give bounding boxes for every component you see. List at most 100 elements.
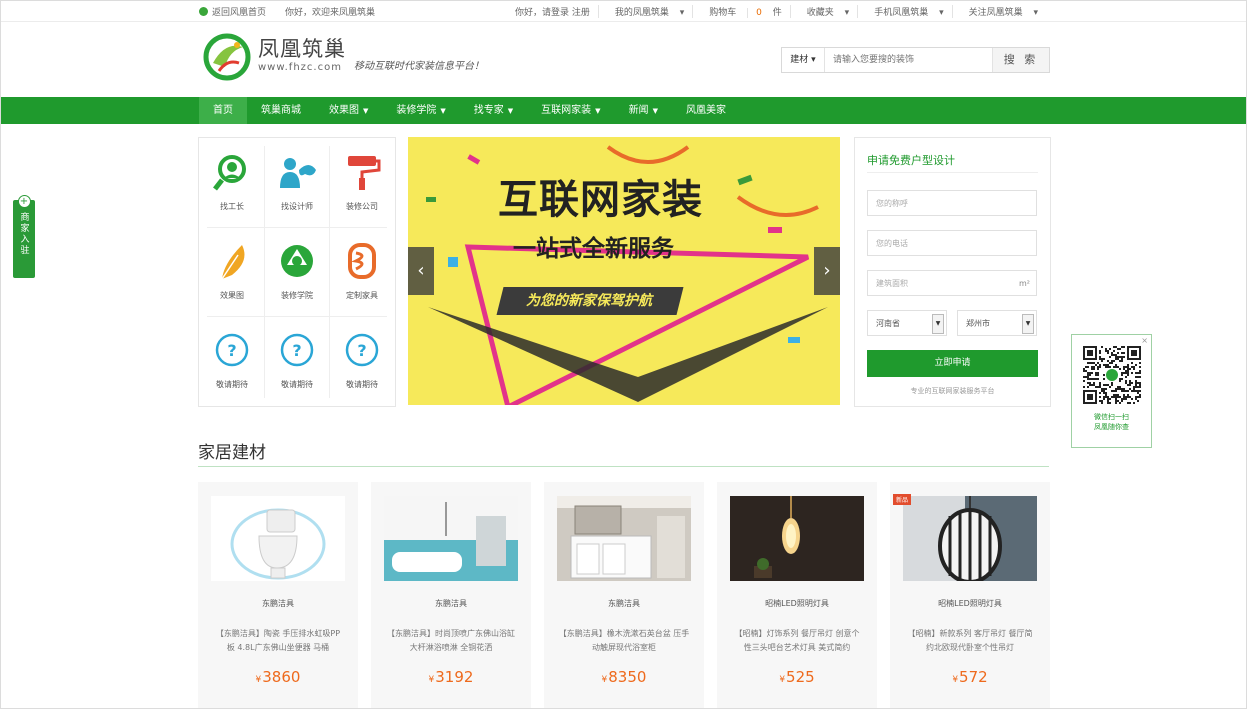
form-title: 申请免费户型设计 <box>867 154 955 167</box>
product-description[interactable]: 【东鹏洁具】时尚顶喷广东佛山浴缸 大杆淋浴喷淋 全铜花洒 <box>385 627 517 655</box>
nav-item[interactable]: 找专家 ▼ <box>460 97 527 124</box>
product-card[interactable]: 昭楠LED照明灯具【昭楠】灯饰系列 餐厅吊灯 创意个性三头吧台艺术灯具 美式简约… <box>717 482 877 708</box>
phone-field[interactable]: 您的电话 <box>867 230 1037 256</box>
service-item[interactable]: 定制家具 <box>330 227 394 315</box>
price-value: 3860 <box>262 668 301 686</box>
price-value: 525 <box>786 668 815 686</box>
product-price: ¥8350 <box>544 668 704 686</box>
service-label: 效果图 <box>220 291 244 300</box>
nav-item-label: 装修学院 <box>396 105 437 116</box>
service-label: 找设计师 <box>281 202 313 211</box>
mobile-link[interactable]: 手机凤凰筑巢 ▾ <box>857 5 951 18</box>
nav-item[interactable]: 互联网家装 ▼ <box>527 97 614 124</box>
search-category-select[interactable]: 建材 ▾ <box>782 48 825 72</box>
form-note: 专业的互联网家装服务平台 <box>910 387 995 395</box>
name-field[interactable]: 您的称呼 <box>867 190 1037 216</box>
search-input[interactable] <box>825 49 992 71</box>
banner-subline: 一站式全新服务 <box>513 236 674 262</box>
login-register-link[interactable]: 你好，请登录 注册 <box>507 5 598 18</box>
service-label: 找工长 <box>220 202 244 211</box>
merchant-join-label: 商家入驻 <box>18 212 29 256</box>
product-image[interactable] <box>557 496 691 581</box>
product-price: ¥3192 <box>371 668 531 686</box>
service-item[interactable]: 装修学院 <box>265 227 329 315</box>
nav-item[interactable]: 效果图 ▼ <box>315 97 382 124</box>
product-image[interactable] <box>384 496 518 581</box>
caret-down-icon: ▼ <box>507 107 514 115</box>
nav-item[interactable]: 筑巢商城 <box>247 97 315 124</box>
nav-item[interactable]: 首页 <box>199 97 247 124</box>
new-badge: 新品 <box>893 494 912 505</box>
nav-item[interactable]: 风凰美家 <box>672 97 740 124</box>
top-utility-bar: 返回风凰首页 你好，欢迎来凤凰筑巢 你好，请登录 注册 我的凤凰筑巢 ▾ 购物车… <box>1 1 1246 22</box>
follow-label: 关注凤凰筑巢 <box>968 8 1023 18</box>
product-brand[interactable]: 东鹏洁具 <box>544 598 704 609</box>
qr-caption-1: 微信扫一扫 <box>1094 413 1129 421</box>
product-brand[interactable]: 昭楠LED照明灯具 <box>890 598 1050 609</box>
main-nav: 首页 筑巢商城 效果图 ▼ 装修学院 ▼ 找专家 ▼ 互联网家装 ▼ 新闻 ▼ 风凰美家 <box>1 97 1246 124</box>
currency-symbol: ¥ <box>779 675 786 685</box>
cart-link[interactable]: 购物车 0 件 <box>692 5 790 18</box>
product-card[interactable]: 新品昭楠LED照明灯具【昭楠】新款系列 客厅吊灯 餐厅简约北欧现代卧室个性吊灯 ¥… <box>890 482 1050 708</box>
banner-prev-button[interactable]: ‹ <box>408 247 434 295</box>
area-placeholder: 建筑面积 <box>876 279 908 288</box>
apply-button[interactable]: 立即申请 <box>867 350 1038 377</box>
product-brand[interactable]: 东鹏洁具 <box>371 598 531 609</box>
city-select[interactable]: 郑州市 ▼ <box>957 310 1037 336</box>
worker-search-icon <box>213 155 246 191</box>
service-label: 定制家具 <box>346 291 378 300</box>
service-item[interactable]: ? 敬请期待 <box>265 316 329 404</box>
product-description[interactable]: 【昭楠】新款系列 客厅吊灯 餐厅简约北欧现代卧室个性吊灯 <box>904 627 1036 655</box>
qr-caption-2: 凤凰随你查 <box>1094 423 1129 431</box>
favorites-label: 收藏夹 <box>806 8 834 18</box>
product-brand[interactable]: 东鹏洁具 <box>198 598 358 609</box>
nav-item-label: 找专家 <box>473 105 504 116</box>
phoenix-logo-icon[interactable] <box>203 33 251 81</box>
nav-item[interactable]: 装修学院 ▼ <box>382 97 459 124</box>
price-value: 8350 <box>608 668 647 686</box>
province-select[interactable]: 河南省 ▼ <box>867 310 947 336</box>
mobile-label: 手机凤凰筑巢 <box>874 8 929 18</box>
merchant-join-tab[interactable]: + 商家入驻 <box>13 195 35 278</box>
product-card[interactable]: 东鹏洁具 【东鹏洁具】陶瓷 手压排水虹吸PP板 4.8L广东佛山坐便器 马桶 ¥38… <box>198 482 358 708</box>
product-card[interactable]: 东鹏洁具【东鹏洁具】时尚顶喷广东佛山浴缸 大杆淋浴喷淋 全铜花洒 ¥3192 <box>371 482 531 708</box>
user-links: 你好，请登录 注册 我的凤凰筑巢 ▾ 购物车 0 件 收藏夹 ▾ 手机凤凰筑巢 … <box>507 5 1046 18</box>
product-image[interactable] <box>730 496 864 581</box>
home-link[interactable]: 返回风凰首页 <box>199 5 266 18</box>
close-icon[interactable]: × <box>1141 336 1148 345</box>
cart-count: 0 <box>747 8 770 18</box>
my-account-link[interactable]: 我的凤凰筑巢 ▾ <box>597 5 692 18</box>
city-value: 郑州市 <box>966 319 990 328</box>
product-card[interactable]: 东鹏洁具【东鹏洁具】橡木洗漱石英台盆 压手动触屏现代浴室柜 ¥8350 <box>544 482 704 708</box>
product-image[interactable] <box>211 496 345 581</box>
chevron-down-icon: ▼ <box>1022 314 1034 334</box>
currency-symbol: ¥ <box>952 675 959 685</box>
my-account-label: 我的凤凰筑巢 <box>614 8 669 18</box>
service-item[interactable]: ? 敬请期待 <box>330 316 394 404</box>
nav-item[interactable]: 新闻 ▼ <box>615 97 672 124</box>
service-item[interactable]: 找设计师 <box>265 138 329 226</box>
home-logo-icon <box>199 7 208 16</box>
product-description[interactable]: 【东鹏洁具】橡木洗漱石英台盆 压手动触屏现代浴室柜 <box>558 627 690 655</box>
banner-next-button[interactable]: › <box>814 247 840 295</box>
search-button[interactable]: 搜 索 <box>992 48 1049 72</box>
product-brand[interactable]: 昭楠LED照明灯具 <box>717 598 877 609</box>
product-description[interactable]: 【东鹏洁具】陶瓷 手压排水虹吸PP板 4.8L广东佛山坐便器 马桶 <box>212 627 344 655</box>
service-item[interactable]: 装修公司 <box>330 138 394 226</box>
service-item[interactable]: 效果图 <box>200 227 264 315</box>
currency-symbol: ¥ <box>428 675 435 685</box>
service-item[interactable]: 找工长 <box>200 138 264 226</box>
area-field[interactable]: 建筑面积 m² <box>867 270 1037 296</box>
qr-code-image <box>1082 346 1141 404</box>
nav-item-label: 新闻 <box>628 105 649 116</box>
nav-item-label: 筑巢商城 <box>261 105 301 116</box>
question-icon: ? <box>280 333 314 367</box>
promo-banner[interactable]: 互联网家装 一站式全新服务 为您的新家保驾护航 <box>408 137 840 405</box>
caret-down-icon: ▼ <box>595 107 601 115</box>
follow-link[interactable]: 关注凤凰筑巢 ▾ <box>951 5 1046 18</box>
design-request-form: 申请免费户型设计 您的称呼 您的电话 建筑面积 m² 河南省 ▼ 郑州市 ▼ 立… <box>854 137 1051 407</box>
product-image[interactable] <box>903 496 1037 581</box>
product-description[interactable]: 【昭楠】灯饰系列 餐厅吊灯 创意个性三头吧台艺术灯具 美式简约 <box>731 627 863 655</box>
favorites-link[interactable]: 收藏夹 ▾ <box>789 5 857 18</box>
service-item[interactable]: ? 敬请期待 <box>200 316 264 404</box>
